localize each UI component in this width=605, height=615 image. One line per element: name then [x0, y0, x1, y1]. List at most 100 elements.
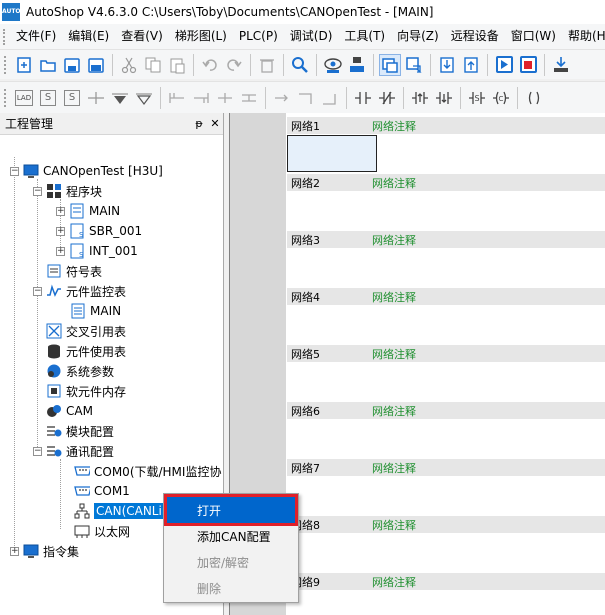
falling-edge-icon[interactable]	[433, 87, 455, 109]
arrow-down-outline-icon[interactable]	[133, 87, 155, 109]
cut-icon[interactable]	[118, 54, 140, 76]
menu-plc[interactable]: PLC(P)	[233, 24, 284, 49]
tree-item-comm-config[interactable]: − 通讯配置	[33, 441, 114, 461]
collapse-icon[interactable]: −	[33, 186, 42, 196]
network-comment[interactable]: 网络注释	[372, 403, 416, 419]
tree-item-sbr[interactable]: + S SBR_001	[56, 221, 142, 241]
tree-item-com1[interactable]: COM1	[74, 481, 130, 501]
arrow-down-filled-icon[interactable]	[109, 87, 131, 109]
redo-icon[interactable]	[223, 54, 245, 76]
rising-edge-icon[interactable]	[409, 87, 431, 109]
branch-split-icon[interactable]	[214, 87, 236, 109]
network-comment[interactable]: 网络注释	[372, 460, 416, 476]
tree-item-main[interactable]: + MAIN	[56, 201, 120, 221]
network-header[interactable]: 网络4 网络注释	[287, 288, 605, 305]
menu-ladder[interactable]: 梯形图(L)	[169, 24, 233, 49]
delete-icon[interactable]	[256, 54, 278, 76]
tree-item-monitor-table[interactable]: − 元件监控表	[33, 281, 126, 301]
network-header[interactable]: 网络6 网络注释	[287, 402, 605, 419]
network-header[interactable]: 网络9 网络注释	[287, 573, 605, 590]
network-header[interactable]: 网络7 网络注释	[287, 459, 605, 476]
editor-cursor-cell[interactable]	[287, 135, 377, 172]
plc-download-icon[interactable]	[550, 54, 572, 76]
nc-contact-icon[interactable]	[376, 87, 398, 109]
collapse-icon[interactable]: −	[10, 166, 19, 176]
expand-icon[interactable]: +	[10, 546, 19, 556]
tree-item-sys-params[interactable]: 系统参数	[46, 361, 114, 381]
network-comment[interactable]: 网络注释	[372, 118, 416, 134]
tree-item-usage-table[interactable]: 元件使用表	[46, 341, 126, 361]
context-menu-encrypt[interactable]: 加密/解密	[164, 549, 298, 575]
no-contact-icon[interactable]	[352, 87, 374, 109]
hline-icon[interactable]	[271, 87, 293, 109]
monitor-icon[interactable]	[322, 54, 344, 76]
menu-edit[interactable]: 编辑(E)	[62, 24, 115, 49]
expand-icon[interactable]: +	[56, 206, 65, 216]
context-menu-delete[interactable]: 删除	[164, 575, 298, 601]
tree-item-soft-memory[interactable]: 软元件内存	[46, 381, 126, 401]
network-header[interactable]: 网络8 网络注释	[287, 516, 605, 533]
menu-wizard[interactable]: 向导(Z)	[391, 24, 445, 49]
collapse-icon[interactable]: −	[33, 446, 42, 456]
sfc-mode-button[interactable]: S	[37, 87, 59, 109]
copy-icon[interactable]	[142, 54, 164, 76]
menu-view[interactable]: 查看(V)	[115, 24, 169, 49]
sfc-alt-mode-button[interactable]: S	[61, 87, 83, 109]
branch-end-icon[interactable]	[190, 87, 212, 109]
network-icon[interactable]	[346, 54, 368, 76]
inverse-contact-icon[interactable]: S	[466, 87, 488, 109]
tree-item-cross-ref[interactable]: 交叉引用表	[46, 321, 126, 341]
menu-tools[interactable]: 工具(T)	[338, 24, 391, 49]
expand-icon[interactable]: +	[56, 226, 65, 236]
function-block-icon[interactable]	[523, 87, 545, 109]
tree-item-com0[interactable]: COM0(下载/HMI监控协	[74, 461, 221, 481]
network-comment[interactable]: 网络注释	[372, 346, 416, 362]
open-icon[interactable]	[37, 54, 59, 76]
network-header[interactable]: 网络5 网络注释	[287, 345, 605, 362]
stop-icon[interactable]	[517, 54, 539, 76]
vline-down-icon[interactable]	[295, 87, 317, 109]
network-comment[interactable]: 网络注释	[372, 574, 416, 590]
window-icon[interactable]	[379, 53, 401, 76]
close-icon[interactable]: ✕	[207, 117, 223, 130]
context-menu-open[interactable]: 打开	[164, 494, 298, 526]
tree-item-instruction-set[interactable]: + 指令集	[10, 541, 79, 561]
undo-icon[interactable]	[199, 54, 221, 76]
expand-icon[interactable]: +	[56, 246, 65, 256]
network-header[interactable]: 网络3 网络注释	[287, 231, 605, 248]
branch-start-icon[interactable]	[166, 87, 188, 109]
upload-icon[interactable]	[460, 54, 482, 76]
contact-branch-icon[interactable]	[85, 87, 107, 109]
menu-help[interactable]: 帮助(H)	[562, 24, 605, 49]
tree-item-module-config[interactable]: 模块配置	[46, 421, 114, 441]
menu-debug[interactable]: 调试(D)	[284, 24, 339, 49]
save-icon[interactable]	[61, 54, 83, 76]
tree-item-int[interactable]: + S INT_001	[56, 241, 138, 261]
tree-item-project[interactable]: − CANOpenTest [H3U]	[10, 161, 163, 181]
new-icon[interactable]	[13, 54, 35, 76]
branch-merge-icon[interactable]	[238, 87, 260, 109]
tree-item-cam[interactable]: CAM	[46, 401, 93, 421]
network-comment[interactable]: 网络注释	[372, 175, 416, 191]
collapse-icon[interactable]: −	[33, 286, 42, 296]
tree-item-program-blocks[interactable]: − 程序块	[33, 181, 102, 201]
menu-window[interactable]: 窗口(W)	[505, 24, 562, 49]
menu-file[interactable]: 文件(F)	[10, 24, 62, 49]
tree-item-ethernet[interactable]: 以太网	[74, 521, 130, 541]
coil-icon[interactable]: C	[490, 87, 512, 109]
network-header[interactable]: 网络2 网络注释	[287, 174, 605, 191]
paste-icon[interactable]	[166, 54, 188, 76]
pin-icon[interactable]: ᵽ	[191, 117, 207, 130]
tree-item-monitor-main[interactable]: MAIN	[70, 301, 121, 321]
run-icon[interactable]	[493, 54, 515, 76]
network-comment[interactable]: 网络注释	[372, 289, 416, 305]
window-cascade-icon[interactable]	[403, 54, 425, 76]
network-header[interactable]: 网络1 网络注释	[287, 117, 605, 134]
network-comment[interactable]: 网络注释	[372, 517, 416, 533]
download-icon[interactable]	[436, 54, 458, 76]
tree-item-symbol-table[interactable]: 符号表	[46, 261, 102, 281]
find-icon[interactable]	[289, 54, 311, 76]
context-menu-add-can[interactable]: 添加CAN配置	[164, 523, 298, 549]
network-comment[interactable]: 网络注释	[372, 232, 416, 248]
save-all-icon[interactable]	[85, 54, 107, 76]
